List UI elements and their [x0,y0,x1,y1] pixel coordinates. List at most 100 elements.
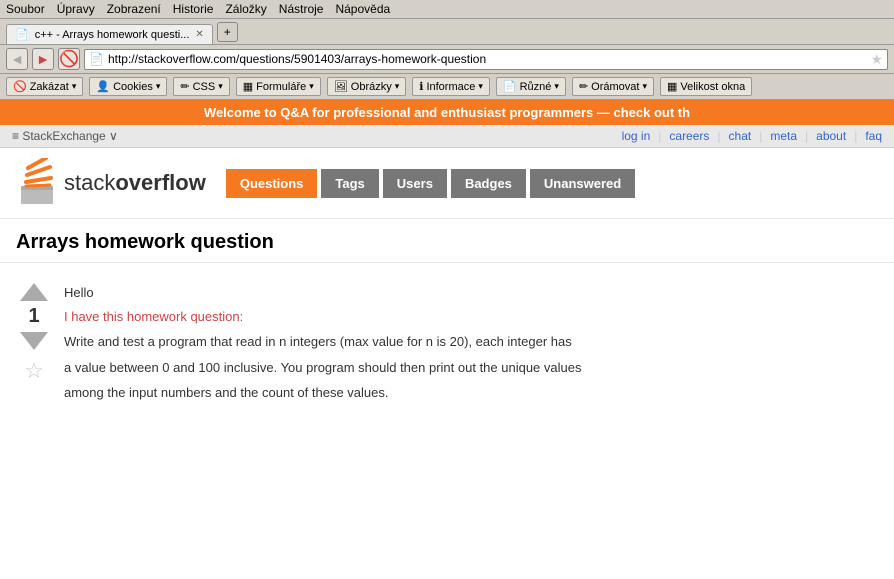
menu-upravy[interactable]: Úpravy [57,2,95,16]
css-arrow: ▾ [218,81,223,92]
question-hw-text: I have this homework question: [64,309,243,324]
formulare-arrow: ▾ [309,81,314,92]
tab-title: c++ - Arrays homework questi... [35,29,190,41]
se-bar: ≡ StackExchange ∨ log in | careers | cha… [0,125,894,148]
so-logo-icon [16,158,58,208]
css-button[interactable]: ✏ CSS ▾ [173,77,229,96]
nav-unanswered[interactable]: Unanswered [530,169,635,198]
page-favicon: 📄 [89,52,104,66]
vote-down-button[interactable] [20,332,48,350]
banner-text: Welcome to Q&A for professional and enth… [204,105,690,120]
so-nav: Questions Tags Users Badges Unanswered [226,169,635,198]
vote-up-button[interactable] [20,283,48,301]
vote-count: 1 [28,305,39,328]
menu-nastroje[interactable]: Nástroje [279,2,324,16]
logo-stack: stack [64,170,115,195]
zakázat-arrow: ▾ [72,81,77,92]
nav-questions[interactable]: Questions [226,169,318,198]
so-banner: Welcome to Q&A for professional and enth… [0,100,894,125]
so-logo[interactable]: stackoverflow [16,158,206,208]
vote-panel: 1 ☆ [16,283,52,409]
login-link[interactable]: log in [622,129,651,143]
obrazky-button[interactable]: 🖼 Obrázky ▾ [327,77,406,96]
question-body-line1: Write and test a program that read in n … [64,332,878,352]
informace-label: Informace [426,81,475,93]
tab-close[interactable]: ✕ [195,29,203,40]
zakázat-label: Zakázat [30,81,69,93]
velikost-button[interactable]: ▦ Velikost okna [660,77,752,96]
oramovat-icon: ✏ [579,80,588,93]
ruzne-label: Různé [520,81,552,93]
menu-historie[interactable]: Historie [173,2,214,16]
browser-tab[interactable]: 📄 c++ - Arrays homework questi... ✕ [6,24,213,44]
chat-link[interactable]: chat [729,129,752,143]
back-button[interactable]: ◄ [6,48,28,70]
forward-button[interactable]: ► [32,48,54,70]
question-body-line2: a value between 0 and 100 inclusive. You… [64,358,878,378]
menu-bar: Soubor Úpravy Zobrazení Historie Záložky… [0,0,894,19]
sep1: | [658,129,661,143]
menu-zalozky[interactable]: Záložky [225,2,266,16]
tab-bar: 📄 c++ - Arrays homework questi... ✕ + [0,19,894,45]
css-icon: ✏ [180,80,189,93]
informace-arrow: ▾ [478,81,483,92]
cookies-icon: 👤 [96,80,110,93]
nav-users[interactable]: Users [383,169,447,198]
new-tab-button[interactable]: + [217,22,238,42]
question-title: Arrays homework question [16,231,878,254]
zakázat-button[interactable]: 🚫 Zakázat ▾ [6,77,83,96]
faq-link[interactable]: faq [865,129,882,143]
question-body-line3: among the input numbers and the count of… [64,383,878,403]
menu-napoveda[interactable]: Nápověda [335,2,390,16]
careers-link[interactable]: careers [669,129,709,143]
oramovat-button[interactable]: ✏ Orámovat ▾ [572,77,654,96]
se-bar-left: ≡ StackExchange ∨ [12,129,118,143]
meta-link[interactable]: meta [770,129,797,143]
nav-badges[interactable]: Badges [451,169,526,198]
stop-button[interactable]: 🚫 [58,48,80,70]
menu-zobrazeni[interactable]: Zobrazení [107,2,161,16]
ruzne-icon: 📄 [503,80,517,93]
menu-soubor[interactable]: Soubor [6,2,45,16]
se-bar-right: log in | careers | chat | meta | about |… [622,129,882,143]
nav-tags[interactable]: Tags [321,169,378,198]
logo-text: stackoverflow [64,170,206,196]
stackexchange-dropdown[interactable]: ≡ StackExchange ∨ [12,129,118,143]
oramovat-arrow: ▾ [642,81,647,92]
question-content: 1 ☆ Hello I have this homework question:… [0,273,894,419]
question-body: Hello I have this homework question: Wri… [64,283,878,409]
addon-toolbar: 🚫 Zakázat ▾ 👤 Cookies ▾ ✏ CSS ▾ ▦ Formul… [0,74,894,100]
ruzne-button[interactable]: 📄 Různé ▾ [496,77,566,96]
obrazky-arrow: ▾ [395,81,400,92]
informace-button[interactable]: ℹ Informace ▾ [412,77,490,96]
obrazky-icon: 🖼 [334,80,348,93]
question-greeting: Hello [64,283,878,303]
about-link[interactable]: about [816,129,846,143]
zakázat-icon: 🚫 [13,80,27,93]
formulare-icon: ▦ [243,80,253,93]
obrazky-label: Obrázky [351,81,392,93]
formulare-button[interactable]: ▦ Formuláře ▾ [236,77,321,96]
tab-favicon: 📄 [15,28,29,41]
nav-bar: ◄ ► 🚫 📄 ★ [0,45,894,74]
velikost-icon: ▦ [667,80,677,93]
css-label: CSS [193,81,216,93]
sep2: | [717,129,720,143]
sep4: | [805,129,808,143]
url-input[interactable] [108,52,866,66]
velikost-label: Velikost okna [680,81,745,93]
formulare-label: Formuláře [256,81,306,93]
cookies-arrow: ▾ [156,81,161,92]
sep3: | [759,129,762,143]
oramovat-label: Orámovat [591,81,639,93]
ruzne-arrow: ▾ [554,81,559,92]
so-header: stackoverflow Questions Tags Users Badge… [0,148,894,219]
cookies-label: Cookies [113,81,153,93]
logo-overflow: overflow [115,170,205,195]
informace-icon: ℹ [419,80,423,93]
cookies-button[interactable]: 👤 Cookies ▾ [89,77,167,96]
sep5: | [854,129,857,143]
bookmark-star-icon[interactable]: ★ [870,51,883,68]
address-bar: 📄 ★ [84,49,888,70]
favorite-star-button[interactable]: ☆ [24,358,44,384]
